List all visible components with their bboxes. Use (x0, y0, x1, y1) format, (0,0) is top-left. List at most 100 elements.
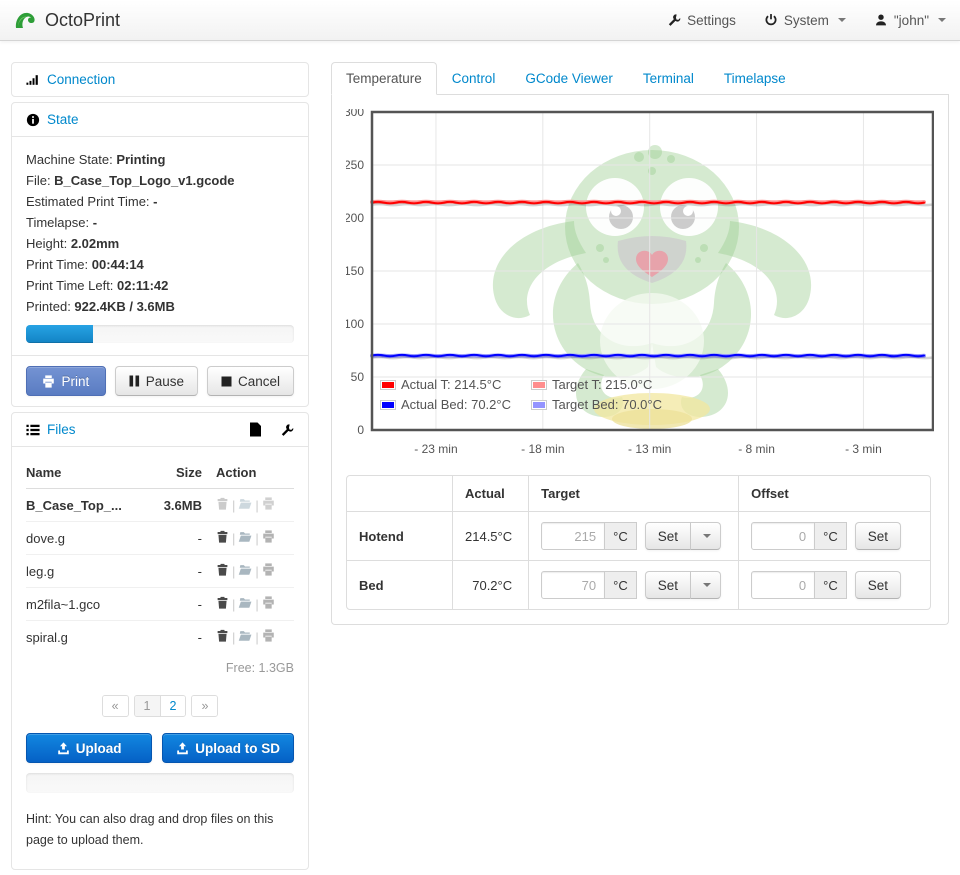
temp-col-empty (347, 476, 452, 511)
connection-header[interactable]: Connection (12, 63, 308, 96)
pause-button[interactable]: Pause (115, 366, 198, 396)
files-panel: Files Name (11, 412, 309, 870)
folder-open-icon[interactable] (238, 629, 252, 642)
state-title[interactable]: State (47, 112, 79, 127)
pause-icon (129, 375, 140, 387)
trash-icon[interactable] (216, 596, 229, 609)
legend-swatch (531, 400, 547, 410)
connection-title[interactable]: Connection (47, 72, 115, 87)
main-area: Temperature Control GCode Viewer Termina… (331, 62, 949, 875)
files-table: Name Size Action B_Case_Top_...3.6MB||do… (26, 459, 294, 653)
printer-icon[interactable] (262, 497, 275, 510)
user-menu-item[interactable]: "john" (874, 13, 946, 28)
upload-icon (57, 742, 70, 755)
legend-swatch (531, 380, 547, 390)
file-actions: || (216, 522, 294, 555)
bed-label: Bed (347, 560, 452, 609)
file-size: - (149, 522, 216, 555)
upload-to-sd-button[interactable]: Upload to SD (162, 733, 294, 763)
pagination-page-1[interactable]: 1 (135, 696, 160, 716)
trash-icon[interactable] (216, 530, 229, 543)
files-pagination: « 1 2 » (26, 695, 294, 717)
hotend-offset-input[interactable] (751, 522, 815, 550)
hotend-target-dropdown-button[interactable] (691, 522, 721, 550)
tab-temperature[interactable]: Temperature (331, 62, 437, 95)
system-menu-item[interactable]: System (764, 13, 846, 28)
file-name: m2fila~1.gco (26, 588, 149, 621)
settings-menu-item[interactable]: Settings (667, 13, 736, 28)
state-header[interactable]: State (12, 103, 308, 136)
estimated-time-line: Estimated Print Time: - (26, 191, 294, 212)
trash-icon[interactable] (216, 497, 229, 510)
bed-target-dropdown-button[interactable] (691, 571, 721, 599)
celsius-unit: °C (815, 571, 847, 599)
tab-terminal[interactable]: Terminal (628, 62, 709, 95)
chevron-down-icon (838, 18, 846, 22)
state-body: Machine State: Printing File: B_Case_Top… (12, 136, 308, 355)
info-icon (26, 113, 40, 127)
pagination-prev[interactable]: « (103, 696, 128, 716)
legend-label: Target T: 215.0°C (552, 377, 652, 392)
file-name: dove.g (26, 522, 149, 555)
printer-icon[interactable] (262, 530, 275, 543)
pagination-next[interactable]: » (192, 696, 217, 716)
tab-timelapse[interactable]: Timelapse (709, 62, 801, 95)
trash-icon[interactable] (216, 563, 229, 576)
signal-icon (26, 73, 40, 87)
print-progress-bar (26, 325, 294, 343)
bed-offset-set-button[interactable]: Set (855, 571, 901, 599)
temperature-tab-content: 050100150200250300- 23 min- 18 min- 13 m… (331, 95, 949, 625)
wrench-icon (667, 13, 681, 27)
file-size: - (149, 588, 216, 621)
printer-icon[interactable] (262, 629, 275, 642)
hotend-actual-temp: 214.5°C (452, 511, 528, 560)
legend-item: Actual Bed: 70.2°C (380, 397, 529, 412)
folder-open-icon[interactable] (238, 563, 252, 576)
upload-button[interactable]: Upload (26, 733, 152, 763)
svg-text:- 3 min: - 3 min (845, 442, 882, 456)
print-progress-fill (26, 325, 93, 343)
navbar-menu: Settings System "john" (667, 13, 946, 28)
power-icon (764, 13, 778, 27)
hotend-offset-group: °C Set (751, 522, 918, 550)
bed-target-set-button[interactable]: Set (645, 571, 691, 599)
octoprint-brand[interactable]: OctoPrint (14, 8, 120, 32)
folder-open-icon[interactable] (238, 596, 252, 609)
tab-control[interactable]: Control (437, 62, 511, 95)
svg-text:- 23 min: - 23 min (414, 442, 457, 456)
printed-line: Printed: 922.4KB / 3.6MB (26, 296, 294, 317)
svg-text:300: 300 (346, 109, 364, 119)
stop-icon (221, 376, 232, 387)
hotend-target-input[interactable] (541, 522, 605, 550)
folder-open-icon[interactable] (238, 530, 252, 543)
state-panel: State Machine State: Printing File: B_Ca… (11, 102, 309, 407)
document-icon[interactable] (249, 422, 262, 437)
file-line: File: B_Case_Top_Logo_v1.gcode (26, 170, 294, 191)
file-row: B_Case_Top_...3.6MB|| (26, 489, 294, 522)
printer-icon[interactable] (262, 596, 275, 609)
cancel-button[interactable]: Cancel (207, 366, 294, 396)
hotend-target-set-button[interactable]: Set (645, 522, 691, 550)
tab-gcode-viewer[interactable]: GCode Viewer (510, 62, 628, 95)
file-actions: || (216, 555, 294, 588)
user-label: "john" (894, 13, 929, 28)
wrench-icon[interactable] (280, 423, 294, 437)
trash-icon[interactable] (216, 629, 229, 642)
print-button[interactable]: Print (26, 366, 106, 396)
file-actions: || (216, 489, 294, 522)
folder-open-icon[interactable] (238, 497, 252, 510)
hotend-offset-set-button[interactable]: Set (855, 522, 901, 550)
print-time-line: Print Time: 00:44:14 (26, 254, 294, 275)
bed-offset-input[interactable] (751, 571, 815, 599)
bed-offset-group: °C Set (751, 571, 918, 599)
printer-icon[interactable] (262, 563, 275, 576)
files-title[interactable]: Files (47, 422, 76, 437)
svg-text:150: 150 (346, 264, 364, 278)
chevron-down-icon (703, 534, 711, 538)
drag-drop-hint: Hint: You can also drag and drop files o… (26, 809, 294, 851)
files-header[interactable]: Files (12, 413, 308, 446)
pagination-page-2[interactable]: 2 (160, 696, 186, 716)
bed-target-input[interactable] (541, 571, 605, 599)
file-size: 3.6MB (149, 489, 216, 522)
files-col-name: Name (26, 459, 149, 489)
